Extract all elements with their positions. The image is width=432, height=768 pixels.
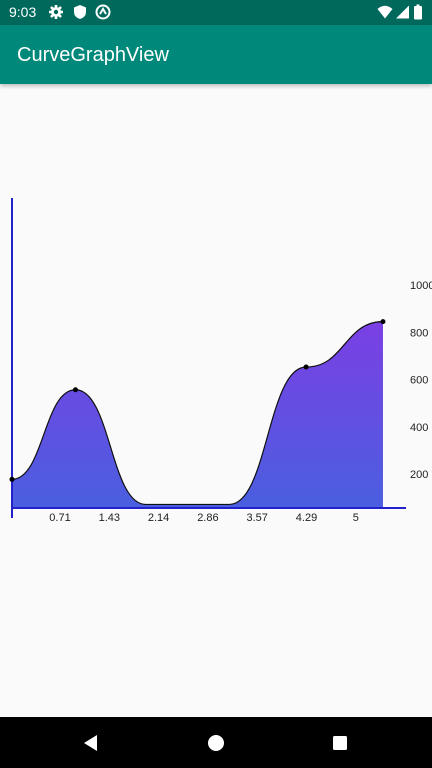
- data-point: [380, 319, 386, 325]
- status-bar: 9:03: [0, 0, 432, 25]
- recents-icon[interactable]: [329, 732, 351, 754]
- shield-icon: [74, 5, 86, 19]
- x-tick-label: 2.14: [148, 512, 169, 524]
- app-bar: CurveGraphView: [0, 25, 432, 84]
- app-title: CurveGraphView: [17, 44, 169, 66]
- series-area: [12, 321, 383, 508]
- data-point: [73, 387, 78, 393]
- back-icon[interactable]: [80, 732, 102, 754]
- chart-container: 0.71 1.43 2.14 2.86 3.57 4.29 5 200 400 600 800 100…: [0, 84, 432, 717]
- data-point: [9, 476, 15, 482]
- status-time: 9:03: [9, 4, 37, 20]
- home-icon[interactable]: [205, 732, 227, 754]
- curve-graph: 0.71 1.43 2.14 2.86 3.57 4.29 5 200 400 600 800 100…: [9, 198, 432, 524]
- x-tick-label: 4.29: [296, 512, 317, 524]
- x-tick-label: 0.71: [49, 512, 70, 524]
- battery-icon: [414, 4, 422, 20]
- gear-icon: [49, 5, 63, 19]
- signal-icon: [396, 5, 409, 19]
- y-tick-label: 800: [410, 327, 428, 339]
- navigation-bar: [0, 717, 432, 768]
- y-tick-label: 600: [410, 375, 428, 387]
- y-tick-label: 1000: [410, 280, 432, 292]
- data-point: [303, 364, 309, 370]
- x-tick-label: 3.57: [246, 512, 267, 524]
- wifi-icon: [377, 5, 393, 19]
- x-tick-label: 5: [353, 512, 359, 524]
- x-tick-label: 2.86: [197, 512, 218, 524]
- x-tick-label: 1.43: [99, 512, 120, 524]
- y-tick-label: 400: [410, 422, 428, 434]
- y-tick-label: 200: [410, 469, 428, 481]
- sync-icon: [95, 4, 111, 20]
